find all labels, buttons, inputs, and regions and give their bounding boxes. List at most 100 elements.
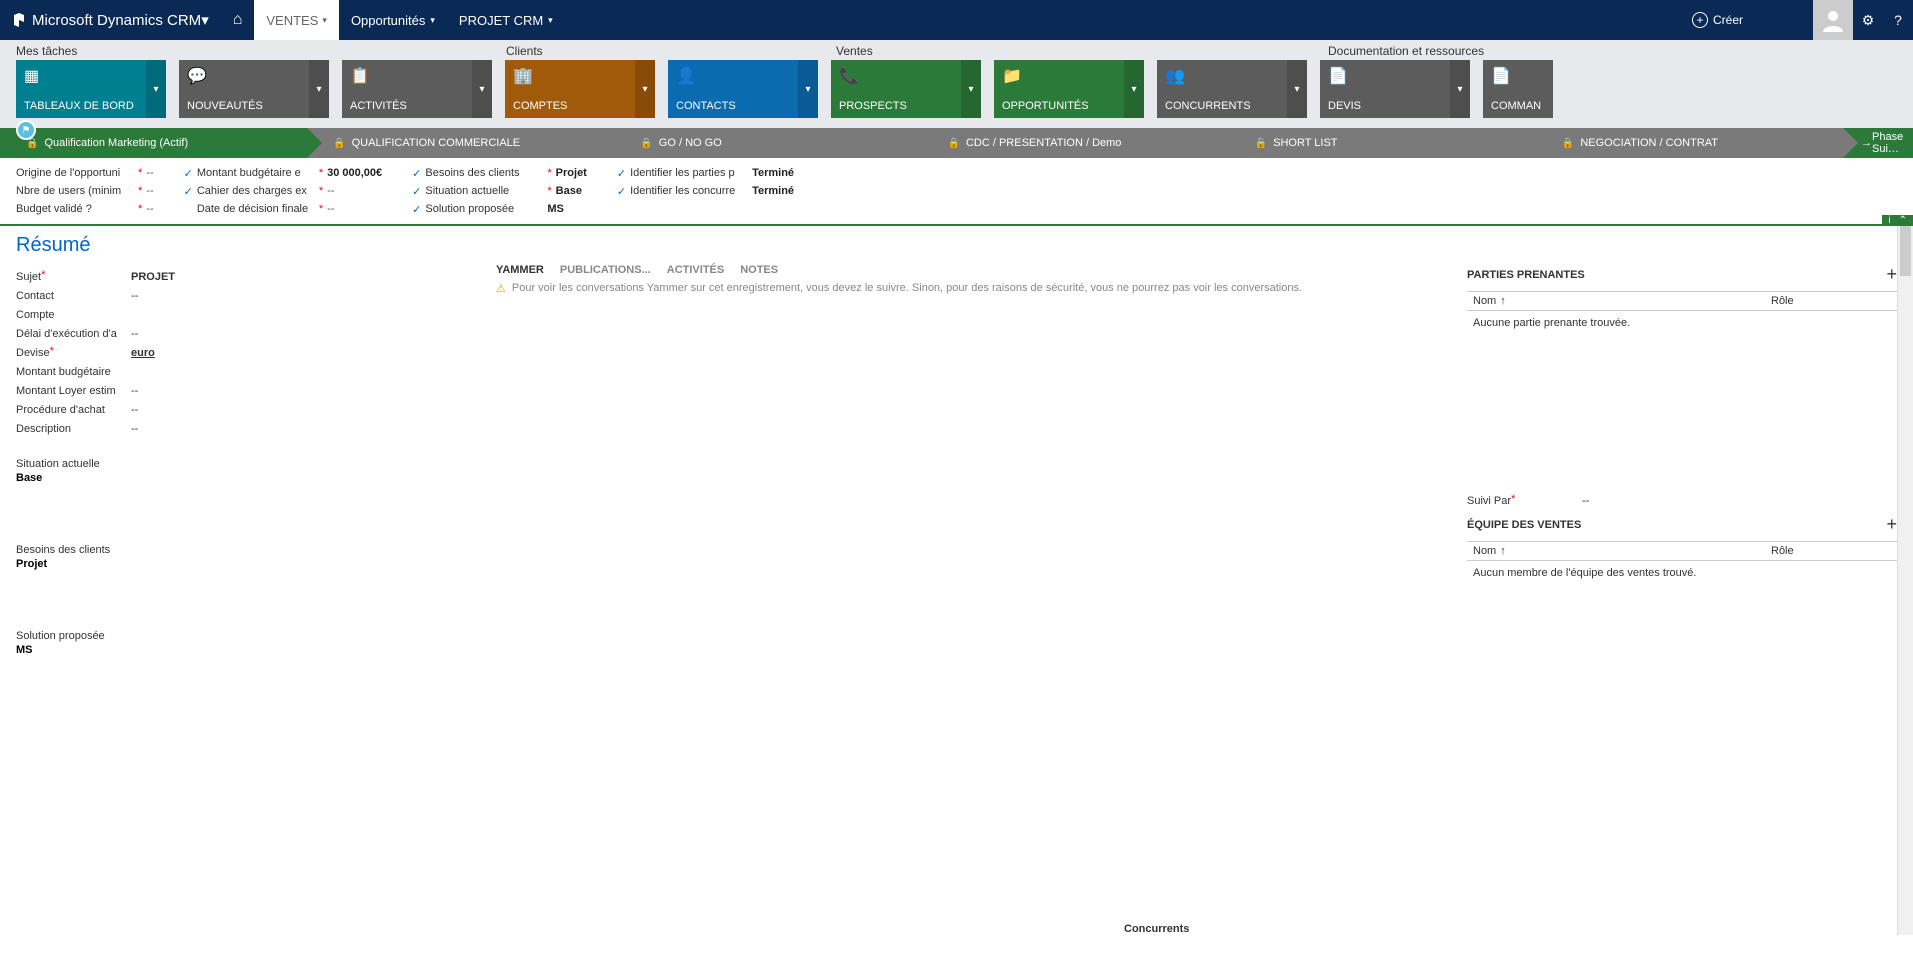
nav-projet-crm[interactable]: PROJET CRM ▾ xyxy=(447,0,565,40)
tile-contacts[interactable]: 👤CONTACTS▾ xyxy=(668,60,818,118)
field-value[interactable]: PROJET xyxy=(131,271,175,286)
stage-negociation[interactable]: 🔒NEGOCIATION / CONTRAT xyxy=(1536,128,1843,158)
scrollbar-thumb[interactable] xyxy=(1900,226,1911,276)
field-value[interactable]: euro xyxy=(131,347,155,362)
field-label: Suivi Par xyxy=(1467,495,1511,507)
tile-prospects[interactable]: 📞PROSPECTS▾ xyxy=(831,60,981,118)
field-label: Origine de l'opportuni xyxy=(16,167,138,179)
tile-opportunites[interactable]: 📁OPPORTUNITÉS▾ xyxy=(994,60,1144,118)
arrow-right-icon: → xyxy=(1861,137,1872,149)
tile-comptes[interactable]: 🏢COMPTES▾ xyxy=(505,60,655,118)
field-value[interactable]: -- xyxy=(327,185,334,197)
tab-notes[interactable]: NOTES xyxy=(740,264,778,276)
stage-col-2: ✓Montant budgétaire e*30 000,00€ ✓Cahier… xyxy=(184,164,383,218)
field-value[interactable]: -- xyxy=(146,203,153,215)
nav-home[interactable]: ⌂ xyxy=(221,0,255,40)
stage-qualification-marketing[interactable]: 🔒Qualification Marketing (Actif) xyxy=(0,128,307,158)
field-value[interactable]: Projet xyxy=(556,167,587,179)
field-value[interactable]: -- xyxy=(146,185,153,197)
tile-commandes[interactable]: 📄 COMMAN xyxy=(1483,60,1553,118)
expand-icon[interactable]: ▾ xyxy=(961,60,981,118)
yammer-message: ⚠ Pour voir les conversations Yammer sur… xyxy=(496,282,1447,295)
orders-icon: 📄 xyxy=(1491,66,1545,86)
subsection-value[interactable]: Projet xyxy=(16,558,476,570)
help-button[interactable]: ? xyxy=(1883,0,1913,40)
field-value[interactable]: -- xyxy=(146,167,153,179)
col-role[interactable]: Rôle xyxy=(1771,295,1891,307)
expand-icon[interactable]: ▾ xyxy=(146,60,166,118)
field-value[interactable]: Terminé xyxy=(752,167,794,179)
stage-qualification-commerciale[interactable]: 🔒QUALIFICATION COMMERCIALE xyxy=(307,128,614,158)
resume-section: Résumé Sujet*PROJET Contact-- Compte Dél… xyxy=(16,234,476,927)
field-value[interactable]: -- xyxy=(1582,495,1589,510)
help-icon: ? xyxy=(1894,12,1902,28)
check-icon: ✓ xyxy=(412,203,421,216)
field-value[interactable]: -- xyxy=(131,404,138,419)
news-icon: 💬 xyxy=(187,66,321,86)
vertical-scrollbar[interactable] xyxy=(1897,226,1913,935)
tab-publications[interactable]: PUBLICATIONS... xyxy=(560,264,651,276)
settings-button[interactable]: ⚙ xyxy=(1853,0,1883,40)
tab-yammer[interactable]: YAMMER xyxy=(496,264,544,276)
tab-activites[interactable]: ACTIVITÉS xyxy=(667,264,724,276)
tile-label: OPPORTUNITÉS xyxy=(1002,100,1136,112)
field-value[interactable]: -- xyxy=(131,290,138,305)
expand-icon[interactable]: ▾ xyxy=(798,60,818,118)
tile-tableaux-de-bord[interactable]: ▦TABLEAUX DE BORD▾ xyxy=(16,60,166,118)
expand-icon[interactable]: ▾ xyxy=(1450,60,1470,118)
accounts-icon: 🏢 xyxy=(513,66,647,86)
chevron-down-icon: ▾ xyxy=(201,11,209,29)
field-value[interactable]: -- xyxy=(131,328,138,343)
tile-activites[interactable]: 📋ACTIVITÉS▾ xyxy=(342,60,492,118)
info-tab[interactable]: i⌃ xyxy=(1882,215,1913,226)
expand-icon[interactable]: ▾ xyxy=(309,60,329,118)
expand-icon[interactable]: ▾ xyxy=(635,60,655,118)
expand-icon[interactable]: ▾ xyxy=(1287,60,1307,118)
tile-nouveautes[interactable]: 💬NOUVEAUTÉS▾ xyxy=(179,60,329,118)
tile-label: COMMAN xyxy=(1491,100,1545,112)
tile-devis[interactable]: 📄DEVIS▾ xyxy=(1320,60,1470,118)
col-nom[interactable]: Nom ↑ xyxy=(1473,545,1771,557)
create-label: Créer xyxy=(1713,13,1743,27)
field-label: Contact xyxy=(16,290,131,305)
field-label: Nbre de users (minim xyxy=(16,185,138,197)
field-value[interactable]: 30 000,00€ xyxy=(327,167,382,179)
col-nom[interactable]: Nom ↑ xyxy=(1473,295,1771,307)
stage-col-4: ✓Identifier les parties pTerminé ✓Identi… xyxy=(617,164,794,218)
subsection-label: Besoins des clients xyxy=(16,544,476,556)
crm-logo-icon xyxy=(12,13,26,27)
tile-label: CONCURRENTS xyxy=(1165,100,1299,112)
subsection-value[interactable]: MS xyxy=(16,644,476,656)
lock-icon: 🔒 xyxy=(333,138,345,149)
field-value[interactable]: -- xyxy=(131,385,138,400)
field-value[interactable]: Terminé xyxy=(752,185,794,197)
expand-icon[interactable]: ▾ xyxy=(1124,60,1144,118)
field-value[interactable]: Base xyxy=(556,185,582,197)
cat-mes-taches: Mes tâches xyxy=(16,44,506,58)
field-label: Identifier les parties p xyxy=(630,167,752,179)
stage-cdc-presentation[interactable]: 🔒CDC / PRESENTATION / Demo xyxy=(922,128,1229,158)
field-label: Situation actuelle xyxy=(425,185,547,197)
col-role[interactable]: Rôle xyxy=(1771,545,1891,557)
field-value[interactable]: -- xyxy=(327,203,334,215)
chevron-down-icon: ▾ xyxy=(548,15,553,26)
stage-short-list[interactable]: 🔒SHORT LIST xyxy=(1229,128,1536,158)
expand-icon[interactable]: ▾ xyxy=(472,60,492,118)
create-button[interactable]: + Créer xyxy=(1682,0,1753,40)
user-avatar[interactable] xyxy=(1813,0,1853,40)
lock-icon: 🔒 xyxy=(948,138,960,149)
field-value[interactable]: -- xyxy=(131,423,138,438)
parties-empty-message: Aucune partie prenante trouvée. xyxy=(1467,311,1897,335)
nav-ventes[interactable]: VENTES ▾ xyxy=(254,0,339,40)
stage-go-nogo[interactable]: 🔒GO / NO GO xyxy=(614,128,921,158)
nav-opportunites[interactable]: Opportunités ▾ xyxy=(339,0,447,40)
subsection-value[interactable]: Base xyxy=(16,472,476,484)
add-team-button[interactable]: + xyxy=(1886,514,1897,535)
field-value[interactable]: MS xyxy=(547,203,564,215)
tiles-row: ▦TABLEAUX DE BORD▾ 💬NOUVEAUTÉS▾ 📋ACTIVIT… xyxy=(0,58,1913,128)
tile-concurrents[interactable]: 👥CONCURRENTS▾ xyxy=(1157,60,1307,118)
add-party-button[interactable]: + xyxy=(1886,264,1897,285)
app-logo[interactable]: Microsoft Dynamics CRM ▾ xyxy=(0,0,221,40)
main-content: Résumé Sujet*PROJET Contact-- Compte Dél… xyxy=(0,226,1913,935)
tile-label: ACTIVITÉS xyxy=(350,100,484,112)
